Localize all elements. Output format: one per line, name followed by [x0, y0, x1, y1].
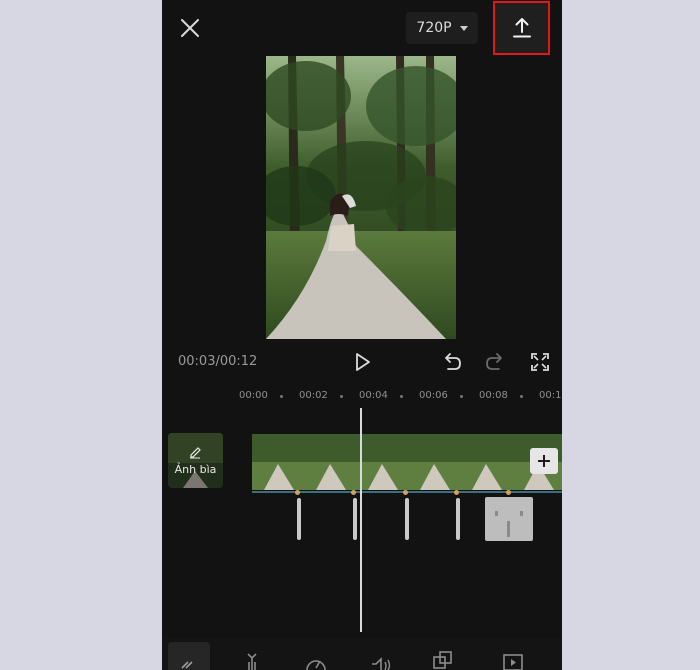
audio-marker[interactable]: [456, 498, 460, 540]
ruler-tick: [460, 395, 463, 398]
undo-button[interactable]: [440, 350, 464, 374]
fullscreen-icon: [531, 353, 549, 371]
keyframe-dot: [506, 490, 511, 495]
keyframe-dot: [351, 490, 356, 495]
redo-icon: [486, 353, 502, 370]
keyframe-dot: [454, 490, 459, 495]
undo-icon: [445, 353, 461, 370]
audio-marker[interactable]: [297, 498, 301, 540]
ruler-tick: [520, 395, 523, 398]
timeline[interactable]: Ảnh bìa: [162, 406, 562, 638]
fullscreen-button[interactable]: [528, 350, 552, 374]
audio-marker[interactable]: [405, 498, 409, 540]
cover-thumbnail: [168, 433, 223, 488]
effects-tool-button[interactable]: [501, 646, 525, 670]
cover-label: Ảnh bìa: [174, 463, 217, 476]
ruler-label: 00:02: [299, 390, 328, 401]
close-icon: [181, 19, 199, 37]
keyframe-dot: [295, 490, 300, 495]
volume-tool-button[interactable]: [368, 646, 392, 670]
volume-icon: [372, 657, 391, 670]
speed-tool-button[interactable]: [304, 646, 328, 670]
ruler-label: 00:00: [239, 390, 268, 401]
playback-controls: 00:03/00:12: [162, 345, 562, 379]
overlay-icon: [433, 651, 452, 669]
split-tool-button[interactable]: [240, 646, 264, 670]
ruler-tick: [400, 395, 403, 398]
effects-icon: [503, 654, 523, 670]
audio-marker[interactable]: [353, 498, 357, 540]
ruler-label: 00:10: [539, 390, 562, 401]
bottom-toolbar: [162, 638, 562, 670]
resolution-label: 720P: [416, 20, 452, 36]
video-clip[interactable]: [252, 434, 562, 490]
close-button[interactable]: [176, 14, 204, 42]
speed-icon: [306, 660, 326, 670]
preview-frame: [266, 56, 456, 339]
clip-thumbnail: [460, 434, 512, 490]
time-ruler: 00:00 00:02 00:04 00:06 00:08 00:10: [162, 386, 562, 406]
redo-button[interactable]: [483, 350, 507, 374]
upload-icon: [512, 18, 531, 38]
clip-thumbnail: [408, 434, 460, 490]
ruler-tick: [280, 395, 283, 398]
plus-icon: [538, 455, 550, 467]
ruler-label: 00:08: [479, 390, 508, 401]
split-icon: [247, 653, 257, 670]
editor-screen: 720P 00:03/00:12 00:00 00:02 00:04 00:06…: [162, 0, 562, 670]
overlay-tool-button[interactable]: [431, 646, 455, 670]
audio-clip-marks: [495, 511, 523, 537]
keyframe-dot: [403, 490, 408, 495]
export-button[interactable]: [493, 1, 550, 55]
play-button[interactable]: [350, 350, 374, 374]
top-bar: 720P: [162, 0, 562, 56]
cover-image-button[interactable]: Ảnh bìa: [168, 433, 223, 488]
add-clip-button[interactable]: [530, 448, 558, 474]
ruler-label: 00:04: [359, 390, 388, 401]
clip-thumbnail: [304, 434, 356, 490]
clip-thumbnail: [252, 434, 304, 490]
clip-thumbnail: [356, 434, 408, 490]
ruler-tick: [340, 395, 343, 398]
resolution-selector[interactable]: 720P: [406, 12, 478, 44]
edit-icon: [181, 661, 193, 669]
play-icon: [356, 353, 370, 371]
video-preview[interactable]: [266, 56, 456, 339]
pencil-icon: [190, 447, 201, 459]
ruler-label: 00:06: [419, 390, 448, 401]
playhead[interactable]: [360, 408, 362, 632]
timecode: 00:03/00:12: [178, 354, 258, 369]
caret-down-icon: [459, 25, 468, 31]
edit-tool-button[interactable]: [177, 646, 201, 670]
audio-clip[interactable]: [485, 497, 533, 541]
